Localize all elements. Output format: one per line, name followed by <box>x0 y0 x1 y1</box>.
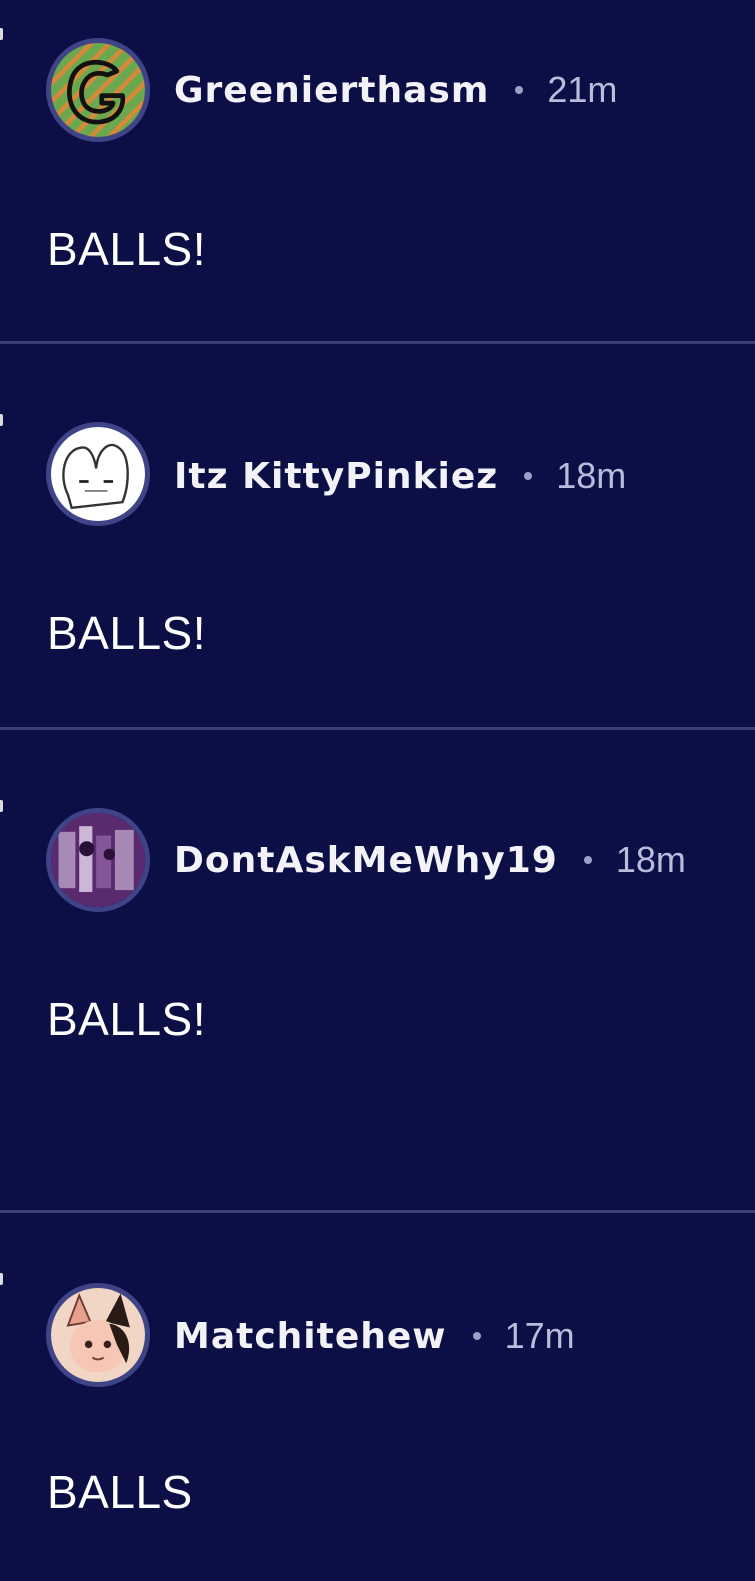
comment-item: Greenierthasm 21m BALLS! <box>0 0 755 343</box>
avatar[interactable] <box>46 38 150 142</box>
username[interactable]: DontAskMeWhy19 <box>174 840 558 881</box>
letter-g-avatar-icon <box>51 43 145 137</box>
fox-character-avatar-icon <box>51 1288 145 1382</box>
thread-line-marker <box>0 414 3 426</box>
timestamp: 18m <box>615 839 686 880</box>
avatar[interactable] <box>46 422 150 526</box>
comment-item: Matchitehew 17m BALLS <box>0 1213 755 1581</box>
comment-text: BALLS <box>47 1466 193 1518</box>
comment-item: DontAskMeWhy19 18m BALLS! <box>0 730 755 1212</box>
comment-header: DontAskMeWhy19 18m <box>174 839 686 881</box>
purple-photo-avatar-icon <box>51 813 145 907</box>
timestamp: 17m <box>504 1315 575 1356</box>
comment-header: Itz KittyPinkiez 18m <box>174 455 627 497</box>
comment-text: BALLS! <box>47 223 206 275</box>
separator-dot <box>524 472 533 480</box>
comment-header: Matchitehew 17m <box>174 1315 575 1357</box>
thread-line-marker <box>0 800 3 812</box>
username[interactable]: Matchitehew <box>174 1316 447 1357</box>
avatar[interactable] <box>46 1283 150 1387</box>
thread-line-marker <box>0 28 3 40</box>
thread-line-marker <box>0 1273 3 1285</box>
username[interactable]: Itz KittyPinkiez <box>174 456 498 497</box>
timestamp: 18m <box>556 455 627 496</box>
comment-text: BALLS! <box>47 993 206 1045</box>
comment-text: BALLS! <box>47 607 206 659</box>
separator-dot <box>515 86 524 94</box>
comment-header: Greenierthasm 21m <box>174 69 618 111</box>
comment-item: Itz KittyPinkiez 18m BALLS! <box>0 344 755 729</box>
white-bunny-avatar-icon <box>51 427 145 521</box>
username[interactable]: Greenierthasm <box>174 70 489 111</box>
comment-feed: Greenierthasm 21m BALLS! Itz KittyPinkie… <box>0 0 755 1581</box>
timestamp: 21m <box>547 69 618 110</box>
separator-dot <box>472 1332 481 1340</box>
avatar[interactable] <box>46 808 150 912</box>
separator-dot <box>583 856 592 864</box>
